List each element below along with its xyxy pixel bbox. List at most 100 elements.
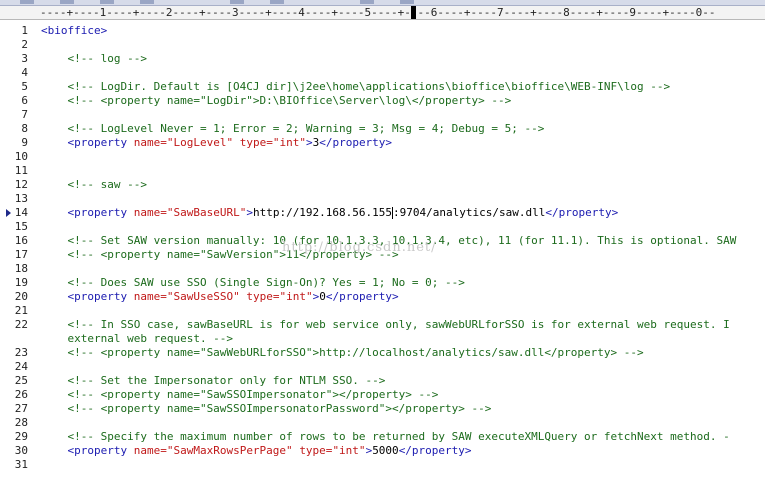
line-code: <!-- <property name="SawSSOImpersonator"… [41,388,438,402]
line-number: 10 [14,150,28,163]
code-token: http://192.168.56.155 [252,206,393,219]
line-number: 11 [14,164,28,177]
code-token: 5000 [372,444,399,457]
line-code: <!-- Set the Impersonator only for NTLM … [41,374,385,388]
line-number: 6 [21,94,28,107]
line-number: 20 [14,290,28,303]
line-number: 8 [21,122,28,135]
toolbar-icon[interactable] [60,0,74,4]
code-token: name= [133,444,167,457]
code-line[interactable]: 11 [0,164,765,178]
toolbar-icon[interactable] [140,0,154,4]
column-ruler: ----+----1----+----2----+----3----+----4… [0,6,765,20]
code-token: "int" [272,136,306,149]
line-number: 2 [21,38,28,51]
code-token: </property> [325,290,399,303]
code-token: </property> [545,206,619,219]
line-code: <!-- LogDir. Default is [O4CJ dir]\j2ee\… [41,80,670,94]
code-token: type= [239,136,273,149]
code-line[interactable]: 9 <property name="LogLevel" type="int">3… [0,136,765,150]
code-token: <!-- LogDir. Default is [O4CJ dir]\j2ee\… [41,80,671,93]
toolbar-icon[interactable] [270,0,284,4]
toolbar-icon[interactable] [360,0,374,4]
code-token: <property [41,206,134,219]
toolbar-icon[interactable] [400,0,414,4]
line-number: 13 [14,192,28,205]
line-number: 7 [21,108,28,121]
line-number: 24 [14,360,28,373]
code-token: external web request. --> [41,332,234,345]
line-code: <property name="SawUseSSO" type="int">0<… [41,290,399,304]
code-line[interactable]: 4 [0,66,765,80]
line-code: <!-- saw --> [41,178,147,192]
line-number: 27 [14,402,28,415]
code-line[interactable]: 22 <!-- In SSO case, sawBaseURL is for w… [0,318,765,332]
code-line[interactable]: 1 <bioffice> [0,24,765,38]
code-token: <!-- Does SAW use SSO (Single Sign-On)? … [41,276,465,289]
code-line[interactable]: 8 <!-- LogLevel Never = 1; Error = 2; Wa… [0,122,765,136]
code-line[interactable]: 5 <!-- LogDir. Default is [O4CJ dir]\j2e… [0,80,765,94]
code-token: 0 [319,290,326,303]
code-line[interactable]: external web request. --> [0,332,765,346]
line-number: 1 [21,24,28,37]
code-token: "SawBaseURL" [166,206,247,219]
code-line[interactable]: 25 <!-- Set the Impersonator only for NT… [0,374,765,388]
code-token: "int" [332,444,366,457]
line-code: <!-- <property name="SawWebURLforSSO">ht… [41,346,643,360]
code-token: name= [133,290,167,303]
code-token: <!-- In SSO case, sawBaseURL is for web … [41,318,730,331]
code-line[interactable]: 7 [0,108,765,122]
code-line[interactable]: 6 <!-- <property name="LogDir">D:\BIOffi… [0,94,765,108]
line-number: 23 [14,346,28,359]
code-line[interactable]: 3 <!-- log --> [0,52,765,66]
code-line[interactable]: 30 <property name="SawMaxRowsPerPage" ty… [0,444,765,458]
code-token: <!-- <property name="LogDir">D:\BIOffice… [41,94,512,107]
line-code: <!-- <property name="SawSSOImpersonatorP… [41,402,491,416]
code-line[interactable]: 14 <property name="SawBaseURL">http://19… [0,206,765,220]
line-number: 26 [14,388,28,401]
code-token: type= [246,290,280,303]
code-token: name= [133,206,167,219]
code-line[interactable]: 18 [0,262,765,276]
code-line[interactable]: 13 [0,192,765,206]
code-token: "SawMaxRowsPerPage" [166,444,293,457]
code-line[interactable]: 23 <!-- <property name="SawWebURLforSSO"… [0,346,765,360]
code-token: :9704/analytics/saw.dll [393,206,546,219]
line-number: 30 [14,444,28,457]
watermark: http://blog.csdn.net/ [282,240,437,255]
code-token: <property [41,444,134,457]
line-number: 21 [14,304,28,317]
line-number: 9 [21,136,28,149]
line-code: <!-- log --> [41,52,147,66]
toolbar-icon[interactable] [20,0,34,4]
code-token: "LogLevel" [166,136,234,149]
code-line[interactable]: 27 <!-- <property name="SawSSOImpersonat… [0,402,765,416]
line-code: <!-- Specify the maximum number of rows … [41,430,729,444]
line-number: 16 [14,234,28,247]
toolbar-icon[interactable] [230,0,244,4]
code-token: "int" [279,290,313,303]
line-number: 19 [14,276,28,289]
code-token: <bioffice> [41,24,108,37]
code-line[interactable]: 28 [0,416,765,430]
code-line[interactable]: 19 <!-- Does SAW use SSO (Single Sign-On… [0,276,765,290]
code-line[interactable]: 24 [0,360,765,374]
code-token: <!-- log --> [41,52,147,65]
line-code: <property name="SawBaseURL">http://192.1… [41,206,618,220]
line-number: 31 [14,458,28,471]
code-line[interactable]: 15 [0,220,765,234]
code-line[interactable]: 20 <property name="SawUseSSO" type="int"… [0,290,765,304]
line-number: 3 [21,52,28,65]
code-line[interactable]: 31 [0,458,765,472]
code-line[interactable]: 10 [0,150,765,164]
code-line[interactable]: 26 <!-- <property name="SawSSOImpersonat… [0,388,765,402]
line-number: 14 [14,206,28,219]
code-token: <!-- saw --> [41,178,147,191]
code-line[interactable]: 29 <!-- Specify the maximum number of ro… [0,430,765,444]
code-line[interactable]: 21 [0,304,765,318]
code-line[interactable]: 12 <!-- saw --> [0,178,765,192]
toolbar-icon[interactable] [100,0,114,4]
code-line[interactable]: 2 [0,38,765,52]
line-number: 28 [14,416,28,429]
